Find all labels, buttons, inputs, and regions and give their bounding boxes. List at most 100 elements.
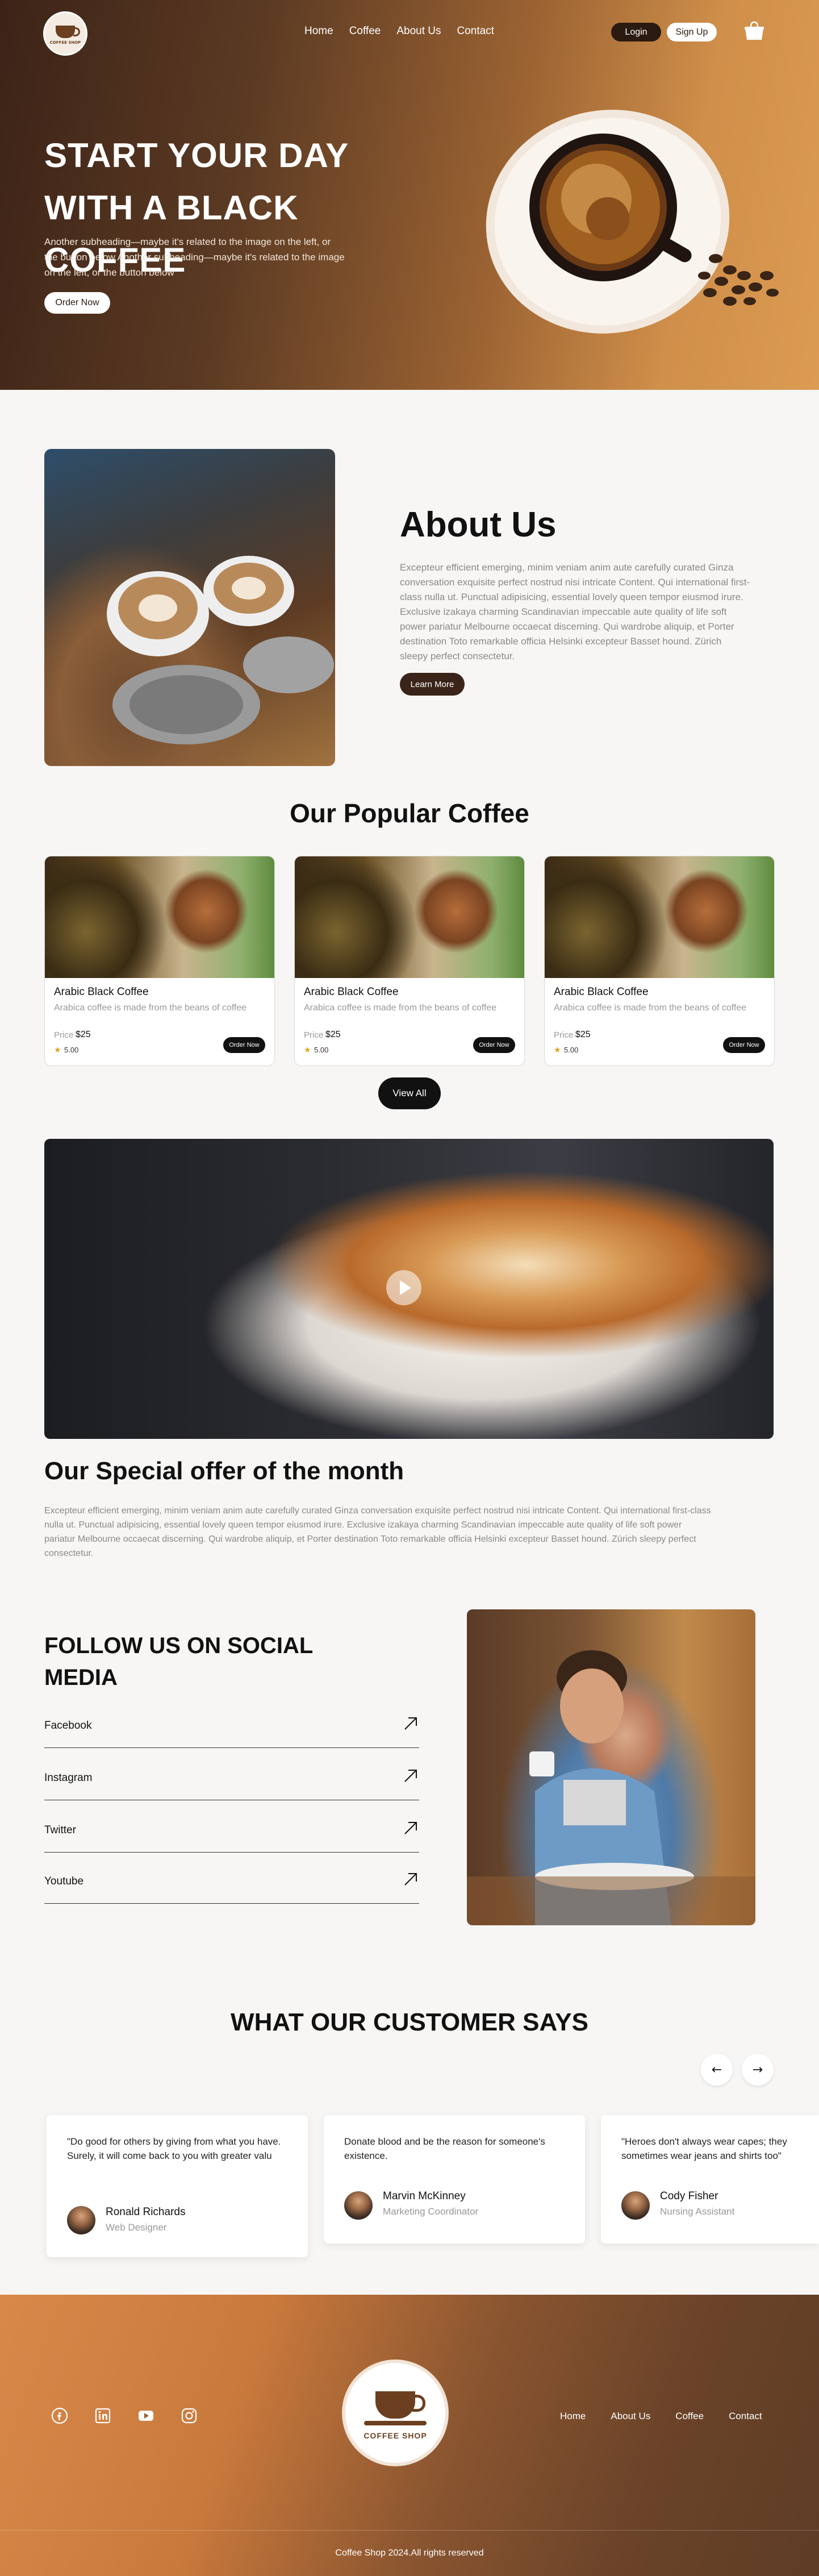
- testimonial-role: Web Designer: [106, 2222, 167, 2233]
- coffee-cup-icon: [375, 2391, 425, 2419]
- coffee-price: $25: [325, 1030, 341, 1039]
- arrow-left-icon: ←: [711, 2062, 722, 2077]
- linkedin-icon[interactable]: [94, 2407, 111, 2424]
- popular-title: Our Popular Coffee: [290, 798, 529, 828]
- order-now-button[interactable]: Order Now: [473, 1037, 515, 1053]
- coffee-name: Arabic Black Coffee: [304, 986, 399, 998]
- hero-section: COFFEE SHOP Home Coffee About Us Contact…: [0, 0, 819, 390]
- testimonial-quote: Donate blood and be the reason for someo…: [344, 2136, 545, 2161]
- testimonial-name: Marvin McKinney: [383, 2190, 466, 2202]
- coffee-desc: Arabica coffee is made from the beans of…: [554, 1003, 747, 1013]
- main-nav: Home Coffee About Us Contact: [304, 25, 494, 38]
- social-link-label: Twitter: [44, 1824, 76, 1836]
- about-title: About Us: [400, 505, 557, 544]
- testimonial-role: Nursing Assistant: [660, 2206, 735, 2217]
- login-button[interactable]: Login: [611, 23, 661, 41]
- learn-more-button[interactable]: Learn More: [400, 673, 465, 696]
- testimonial-card: "Do good for others by giving from what …: [47, 2115, 308, 2257]
- price-label: Price: [554, 1030, 574, 1040]
- coffee-desc: Arabica coffee is made from the beans of…: [304, 1003, 497, 1013]
- cart-icon[interactable]: [743, 20, 766, 42]
- social-link-twitter[interactable]: Twitter: [44, 1820, 419, 1853]
- arrow-right-icon: →: [752, 2062, 763, 2077]
- coffee-card-image: [295, 856, 524, 978]
- social-image: [467, 1609, 755, 1925]
- coffee-card: Arabic Black Coffee Arabica coffee is ma…: [44, 856, 275, 1066]
- avatar: [67, 2206, 95, 2234]
- footer-logo[interactable]: COFFEE SHOP: [342, 2359, 449, 2466]
- hero-order-button[interactable]: Order Now: [44, 292, 110, 314]
- coffee-card-image: [45, 856, 274, 978]
- coffee-card-image: [545, 856, 774, 978]
- testimonial-card: "Heroes don't always wear capes; they so…: [601, 2115, 819, 2244]
- logo-text: COFFEE SHOP: [49, 40, 81, 45]
- footer-divider: [0, 2530, 819, 2531]
- next-button[interactable]: →: [742, 2054, 774, 2086]
- coffee-rating: 5.00: [564, 1046, 579, 1054]
- coffee-name: Arabic Black Coffee: [54, 986, 149, 998]
- signup-button[interactable]: Sign Up: [667, 23, 717, 41]
- avatar: [344, 2191, 373, 2220]
- arrow-up-right-icon: [404, 1822, 417, 1834]
- coffee-card: Arabic Black Coffee Arabica coffee is ma…: [544, 856, 775, 1066]
- order-now-button[interactable]: Order Now: [723, 1037, 765, 1053]
- nav-coffee[interactable]: Coffee: [349, 25, 381, 38]
- star-icon: ★: [554, 1046, 561, 1055]
- footer-nav: Home About Us Coffee Contact: [560, 2411, 762, 2422]
- logo[interactable]: COFFEE SHOP: [43, 11, 87, 56]
- coffee-rating: 5.00: [314, 1046, 329, 1054]
- about-text: Excepteur efficient emerging, minim veni…: [400, 562, 750, 661]
- testimonials-title: WHAT OUR CUSTOMER SAYS: [231, 2008, 588, 2036]
- social-link-label: Facebook: [44, 1720, 92, 1732]
- offer-title: Our Special offer of the month: [44, 1457, 404, 1485]
- testimonial-card: Donate blood and be the reason for someo…: [324, 2115, 585, 2244]
- copyright: Coffee Shop 2024.All rights reserved: [335, 2548, 484, 2558]
- social-link-label: Youtube: [44, 1875, 84, 1887]
- coffee-desc: Arabica coffee is made from the beans of…: [54, 1003, 247, 1013]
- coffee-name: Arabic Black Coffee: [554, 986, 649, 998]
- social-link-instagram[interactable]: Instagram: [44, 1767, 419, 1800]
- order-now-button[interactable]: Order Now: [223, 1037, 265, 1053]
- price-label: Price: [304, 1030, 324, 1040]
- coffee-cup-icon: [56, 26, 80, 38]
- nav-about-us[interactable]: About Us: [396, 25, 441, 38]
- price-label: Price: [54, 1030, 74, 1040]
- social-link-facebook[interactable]: Facebook: [44, 1715, 419, 1748]
- youtube-icon[interactable]: [137, 2407, 154, 2424]
- testimonial-quote: "Do good for others by giving from what …: [67, 2136, 281, 2161]
- nav-home[interactable]: Home: [304, 25, 333, 38]
- testimonial-name: Cody Fisher: [660, 2190, 718, 2202]
- testimonial-role: Marketing Coordinator: [383, 2206, 479, 2217]
- arrow-up-right-icon: [404, 1717, 417, 1730]
- arrow-up-right-icon: [404, 1770, 417, 1782]
- facebook-icon[interactable]: [51, 2407, 68, 2424]
- prev-button[interactable]: ←: [701, 2054, 733, 2086]
- coffee-price: $25: [76, 1030, 91, 1039]
- instagram-icon[interactable]: [181, 2407, 198, 2424]
- coffee-price: $25: [575, 1030, 591, 1039]
- star-icon: ★: [304, 1046, 311, 1055]
- coffee-rating: 5.00: [64, 1046, 79, 1054]
- footer-nav-contact[interactable]: Contact: [729, 2411, 762, 2422]
- social-link-label: Instagram: [44, 1772, 93, 1784]
- view-all-button[interactable]: View All: [378, 1077, 441, 1109]
- star-icon: ★: [54, 1046, 61, 1055]
- coffee-card: Arabic Black Coffee Arabica coffee is ma…: [294, 856, 525, 1066]
- nav-contact[interactable]: Contact: [457, 25, 494, 38]
- arrow-up-right-icon: [404, 1873, 417, 1886]
- saucer-icon: [364, 2421, 427, 2425]
- hero-subtitle: Another subheading—maybe it's related to…: [44, 236, 345, 278]
- offer-text: Excepteur efficient emerging, minim veni…: [44, 1506, 711, 1558]
- footer-nav-home[interactable]: Home: [560, 2411, 586, 2422]
- footer-logo-text: COFFEE SHOP: [363, 2431, 427, 2440]
- testimonial-quote: "Heroes don't always wear capes; they so…: [621, 2136, 787, 2161]
- social-link-youtube[interactable]: Youtube: [44, 1871, 419, 1904]
- footer-nav-coffee[interactable]: Coffee: [675, 2411, 704, 2422]
- coffee-cup-image: [486, 110, 779, 334]
- about-image: [44, 449, 335, 766]
- play-icon[interactable]: [386, 1270, 421, 1305]
- social-title: FOLLOW US ON SOCIAL MEDIA: [44, 1633, 313, 1690]
- footer-nav-about-us[interactable]: About Us: [611, 2411, 650, 2422]
- testimonial-name: Ronald Richards: [106, 2206, 186, 2218]
- avatar: [621, 2191, 650, 2220]
